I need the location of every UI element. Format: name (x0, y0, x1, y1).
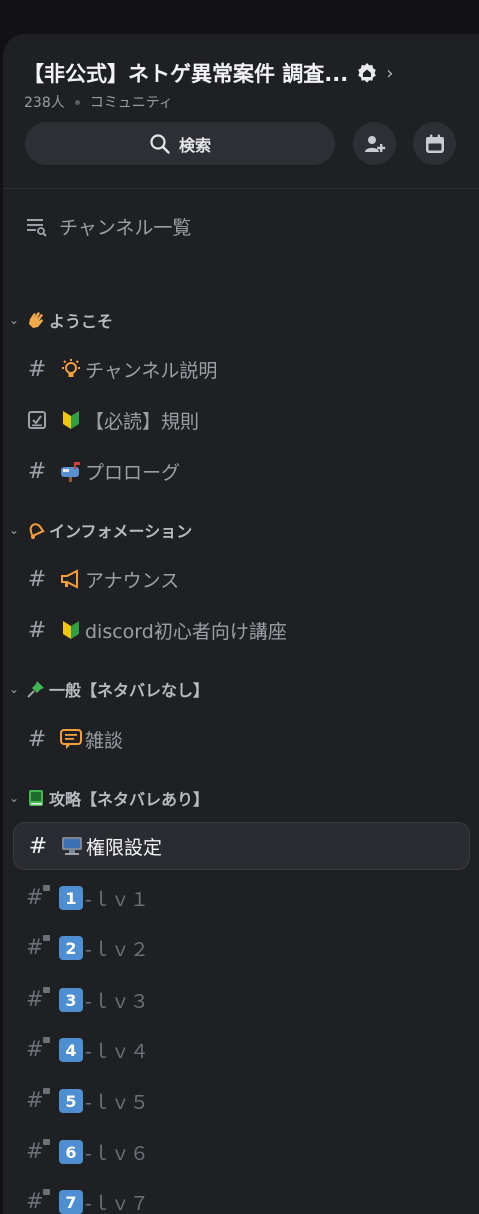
add-member-icon (363, 132, 387, 156)
hash-icon: # (25, 618, 49, 643)
category-label: ようこそ (49, 308, 113, 332)
hash-icon: # (25, 357, 49, 382)
browse-channels-label: チャンネル一覧 (59, 213, 191, 240)
channel-label: discord初心者向け講座 (85, 617, 287, 644)
channel-label: -ｌｖ３ (85, 987, 149, 1014)
locked-channel-item[interactable]: # 4 -ｌｖ４ (13, 1027, 468, 1073)
channel-item[interactable]: # 雑談 (13, 716, 468, 762)
keycap-6-icon: 6 (59, 1140, 83, 1164)
locked-channel-item[interactable]: # 2 -ｌｖ２ (13, 925, 468, 971)
chevron-right-icon: › (386, 63, 393, 84)
hash-icon: # (25, 727, 49, 752)
hash-icon: # (26, 834, 50, 859)
channel-label: プロローグ (85, 458, 180, 485)
light-bulb-icon (59, 357, 83, 381)
channel-item[interactable]: # アナウンス (13, 556, 468, 602)
beginner-mark-icon (59, 408, 83, 432)
browse-channels-item[interactable]: チャンネル一覧 (13, 203, 468, 249)
waving-hand-icon (25, 309, 47, 331)
locked-hash-icon: # (25, 887, 49, 909)
search-button[interactable]: 検索 (25, 122, 335, 165)
category-label: インフォメーション (49, 518, 192, 542)
green-book-icon (25, 787, 47, 809)
locked-channel-item[interactable]: # 1 -ｌｖ１ (13, 875, 468, 921)
rules-channel-icon (25, 410, 49, 430)
category-welcome[interactable]: ⌄ ようこそ (9, 305, 113, 335)
hash-icon: # (25, 567, 49, 592)
beginner-mark-icon (59, 618, 83, 642)
pushpin-icon (25, 678, 47, 700)
channel-label: -ｌｖ４ (85, 1037, 149, 1064)
server-type: コミュニティ (90, 92, 173, 112)
channel-list-icon (25, 215, 49, 237)
search-icon (149, 133, 171, 155)
locked-hash-icon: # (25, 937, 49, 959)
channel-item[interactable]: # チャンネル説明 (13, 346, 468, 392)
keycap-3-icon: 3 (59, 988, 83, 1012)
search-label: 検索 (179, 132, 211, 156)
bell-icon (25, 519, 47, 541)
channel-item[interactable]: # プロローグ (13, 448, 468, 494)
keycap-2-icon: 2 (59, 936, 83, 960)
locked-hash-icon: # (25, 1090, 49, 1112)
keycap-1-icon: 1 (59, 886, 83, 910)
chevron-down-icon: ⌄ (9, 523, 23, 537)
chevron-down-icon: ⌄ (9, 682, 23, 696)
channel-label: アナウンス (85, 566, 179, 593)
category-strategy[interactable]: ⌄ 攻略【ネタバレあり】 (9, 783, 209, 813)
channel-sidebar: 【非公式】ネトゲ異常案件 調査... › 238人 コミュニティ 検索 (3, 34, 479, 1214)
channel-label: -ｌｖ１ (85, 885, 149, 912)
locked-hash-icon: # (25, 1191, 49, 1213)
locked-channel-item[interactable]: # 5 -ｌｖ５ (13, 1078, 468, 1124)
keycap-4-icon: 4 (59, 1038, 83, 1062)
invite-button[interactable] (353, 122, 396, 165)
server-title-row[interactable]: 【非公式】ネトゲ異常案件 調査... › (23, 58, 463, 88)
desktop-computer-icon (60, 834, 84, 858)
megaphone-icon (59, 567, 83, 591)
hash-icon: # (25, 459, 49, 484)
channel-label: 【必読】規則 (85, 407, 199, 434)
separator-dot (75, 100, 80, 105)
locked-channel-item[interactable]: # 7 -ｌｖ７ (13, 1179, 468, 1214)
events-button[interactable] (413, 122, 456, 165)
category-label: 攻略【ネタバレあり】 (49, 786, 209, 810)
category-general[interactable]: ⌄ 一般【ネタバレなし】 (9, 674, 209, 704)
keycap-7-icon: 7 (59, 1190, 83, 1214)
chevron-down-icon: ⌄ (9, 313, 23, 327)
locked-channel-item[interactable]: # 3 -ｌｖ３ (13, 977, 468, 1023)
channel-item-selected[interactable]: # 権限設定 (13, 822, 470, 870)
server-header: 【非公式】ネトゲ異常案件 調査... › 238人 コミュニティ 検索 (3, 34, 479, 189)
category-label: 一般【ネタバレなし】 (49, 677, 209, 701)
channel-label: -ｌｖ７ (85, 1189, 149, 1214)
category-information[interactable]: ⌄ インフォメーション (9, 515, 192, 545)
mailbox-icon (59, 459, 83, 483)
locked-hash-icon: # (25, 1039, 49, 1061)
locked-hash-icon: # (25, 1141, 49, 1163)
community-badge-icon (356, 62, 378, 84)
locked-hash-icon: # (25, 989, 49, 1011)
channel-label: -ｌｖ２ (85, 935, 149, 962)
chevron-down-icon: ⌄ (9, 791, 23, 805)
speech-balloon-icon (59, 727, 83, 751)
keycap-5-icon: 5 (59, 1089, 83, 1113)
server-title: 【非公式】ネトゲ異常案件 調査... (23, 58, 348, 88)
channel-label: 雑談 (85, 726, 123, 753)
channel-item[interactable]: 【必読】規則 (13, 397, 468, 443)
calendar-icon (423, 132, 447, 156)
locked-channel-item[interactable]: # 6 -ｌｖ６ (13, 1129, 468, 1175)
channel-item[interactable]: # discord初心者向け講座 (13, 607, 468, 653)
channel-label: -ｌｖ５ (85, 1088, 149, 1115)
server-meta: 238人 コミュニティ (24, 92, 173, 112)
channel-label: -ｌｖ６ (85, 1139, 149, 1166)
channel-label: チャンネル説明 (85, 356, 217, 383)
member-count: 238人 (24, 92, 65, 112)
channel-label: 権限設定 (86, 833, 162, 860)
